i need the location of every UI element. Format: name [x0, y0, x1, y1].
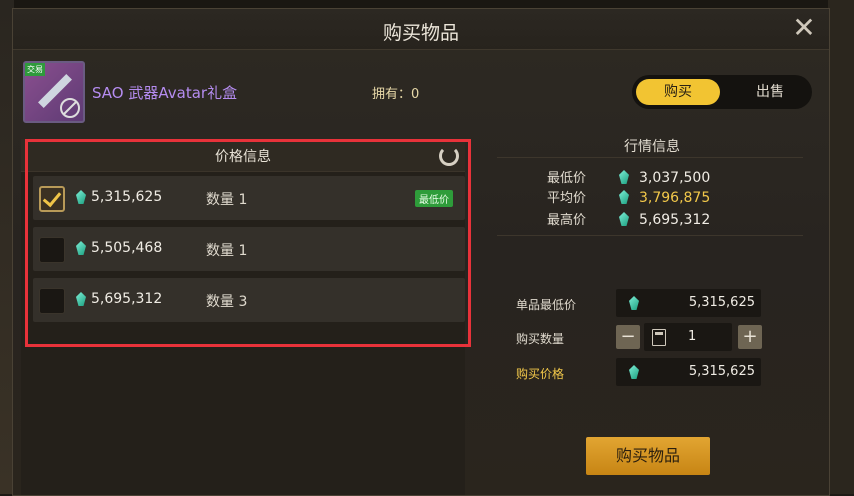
item-icon: 交易	[23, 61, 85, 123]
highlight-box	[25, 139, 471, 347]
background-right	[828, 0, 854, 494]
unit-price-value: 5,315,625	[688, 295, 755, 310]
market-info-title: 行情信息	[624, 139, 680, 155]
title-bar: 购买物品 ✕	[13, 9, 829, 50]
dialog-title: 购买物品	[382, 22, 459, 44]
market-lowest-label: 最低价	[547, 171, 587, 186]
crystal-icon	[629, 296, 639, 310]
market-avg-label: 平均价	[547, 191, 587, 206]
calculator-icon[interactable]	[652, 329, 666, 346]
quantity-input[interactable]: 1	[644, 323, 732, 351]
mode-toggle: 购买 出售	[632, 75, 812, 109]
no-trade-icon	[60, 98, 80, 118]
tab-buy[interactable]: 购买	[636, 79, 720, 105]
unit-price-label: 单品最低价	[516, 298, 577, 312]
quantity-increase-button[interactable]: +	[738, 325, 762, 349]
divider	[497, 235, 803, 236]
market-avg-value: 3,796,875	[639, 190, 711, 206]
owned-value: 0	[411, 87, 420, 102]
total-price-field: 5,315,625	[616, 358, 761, 386]
quantity-value: 1	[688, 329, 697, 344]
market-lowest-value: 3,037,500	[639, 170, 711, 186]
owned-count: 拥有：0	[372, 83, 419, 102]
unit-price-field: 5,315,625	[616, 289, 761, 317]
market-highest-label: 最高价	[547, 213, 587, 228]
market-average: 平均价 3,796,875	[547, 187, 710, 206]
market-lowest: 最低价 3,037,500	[547, 167, 710, 186]
crystal-icon	[619, 170, 629, 184]
divider	[497, 157, 803, 158]
total-price-label: 购买价格	[516, 367, 565, 381]
tab-sell[interactable]: 出售	[732, 79, 808, 105]
quantity-label: 购买数量	[516, 332, 565, 346]
crystal-icon	[619, 190, 629, 204]
market-highest: 最高价 5,695,312	[547, 209, 710, 228]
crystal-icon	[619, 212, 629, 226]
item-name: SAO 武器Avatar礼盒	[92, 84, 238, 102]
crystal-icon	[629, 365, 639, 379]
close-icon[interactable]: ✕	[791, 14, 817, 42]
owned-label: 拥有：	[372, 87, 412, 102]
quantity-decrease-button[interactable]: −	[616, 325, 640, 349]
trade-badge: 交易	[25, 63, 45, 76]
market-highest-value: 5,695,312	[639, 212, 711, 228]
total-price-value: 5,315,625	[688, 364, 755, 379]
buy-item-button[interactable]: 购买物品	[586, 437, 710, 475]
